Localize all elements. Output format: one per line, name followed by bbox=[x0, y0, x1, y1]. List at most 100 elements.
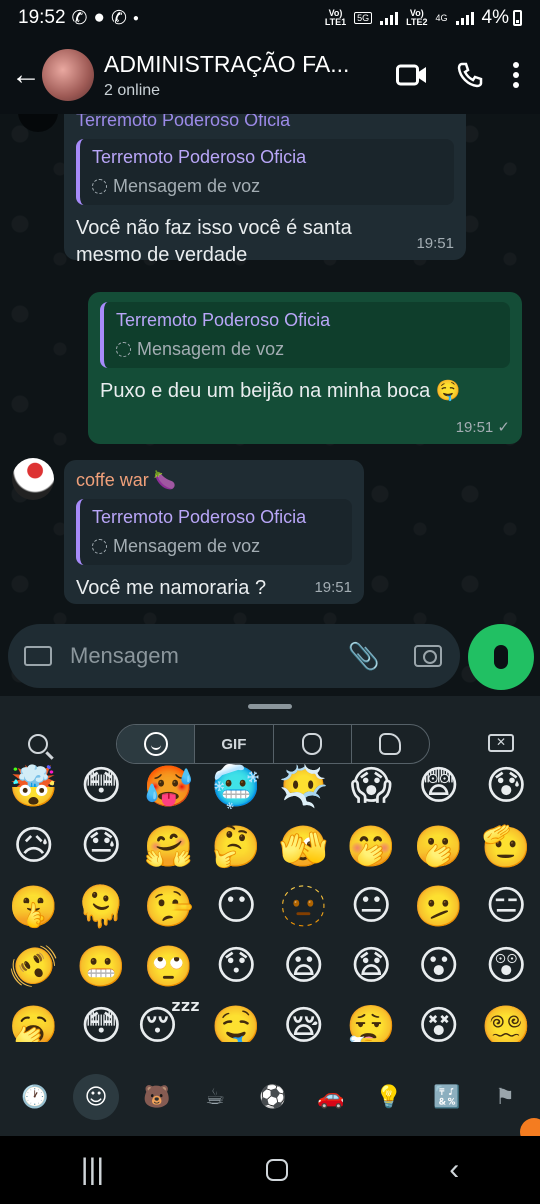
quoted-message[interactable]: Terremoto Poderoso Oficia Mensagem de vo… bbox=[100, 302, 510, 368]
chat-notification-icon: ● bbox=[93, 7, 105, 28]
home-icon[interactable] bbox=[265, 1159, 288, 1181]
battery: 4% bbox=[482, 7, 522, 29]
emoji-key[interactable]: 🫣 bbox=[270, 816, 338, 876]
quoted-text: Mensagem de voz bbox=[113, 536, 261, 556]
system-nav-bar: ||| ‹ bbox=[0, 1136, 540, 1204]
message-time: 19:51 ✓ bbox=[455, 419, 510, 436]
search-icon[interactable] bbox=[28, 734, 48, 754]
phone-call-icon[interactable] bbox=[456, 61, 484, 89]
back-nav-icon[interactable]: ‹ bbox=[449, 1153, 459, 1187]
emoji-key[interactable]: 😶 bbox=[203, 876, 271, 936]
message-sender: coffe war 🍆 bbox=[76, 470, 177, 490]
chat-header: ← ADMINISTRAÇÃO FA... 2 online bbox=[0, 36, 540, 114]
emoji-key[interactable]: 😐 bbox=[338, 876, 406, 936]
emoji-key[interactable]: 🤗 bbox=[135, 816, 203, 876]
voice-message-icon bbox=[116, 342, 131, 357]
emoji-key[interactable]: 😲 bbox=[473, 936, 540, 996]
emoji-key[interactable]: 🫢 bbox=[405, 816, 473, 876]
category-recent-icon[interactable]: 🕐 bbox=[15, 1077, 55, 1117]
sender-avatar[interactable] bbox=[12, 458, 54, 500]
chat-subtitle: 2 online bbox=[104, 81, 161, 99]
emoji-key[interactable]: 🥵 bbox=[135, 756, 203, 816]
sender-avatar[interactable] bbox=[18, 114, 58, 132]
category-flags-icon[interactable]: ⚑ bbox=[485, 1077, 525, 1117]
message-placeholder[interactable]: Mensagem bbox=[70, 643, 348, 669]
emoji-key[interactable]: 😬 bbox=[68, 936, 136, 996]
quoted-message[interactable]: Terremoto Poderoso Oficia Mensagem de vo… bbox=[76, 139, 454, 205]
panel-drag-handle[interactable] bbox=[248, 704, 292, 709]
emoji-key[interactable]: 😵 bbox=[405, 996, 473, 1042]
emoji-key[interactable]: 😯 bbox=[203, 936, 271, 996]
emoji-key[interactable]: 😥 bbox=[0, 816, 68, 876]
emoji-key[interactable]: 😮 bbox=[405, 936, 473, 996]
message-sender: Terremoto Poderoso Oficia bbox=[76, 114, 291, 130]
quoted-sender: Terremoto Poderoso Oficia bbox=[92, 507, 307, 527]
category-symbols-icon[interactable]: 🔣 bbox=[427, 1077, 467, 1117]
chat-info[interactable]: ADMINISTRAÇÃO FA... 2 online bbox=[104, 51, 354, 100]
emoji-key[interactable]: 🥶 bbox=[203, 756, 271, 816]
message-time: 19:51 bbox=[416, 235, 454, 252]
category-objects-icon[interactable]: 💡 bbox=[369, 1077, 409, 1117]
emoji-key[interactable]: 🙄 bbox=[135, 936, 203, 996]
category-travel-icon[interactable]: 🚗 bbox=[311, 1077, 351, 1117]
emoji-key[interactable]: 🫠 bbox=[68, 876, 136, 936]
more-options-icon[interactable] bbox=[512, 61, 520, 89]
group-avatar[interactable] bbox=[42, 49, 94, 101]
emoji-key[interactable]: 😵‍💫 bbox=[473, 996, 540, 1043]
emoji-key[interactable]: 🤔 bbox=[203, 816, 271, 876]
emoji-key[interactable]: 😳 bbox=[68, 996, 136, 1042]
message-time: 19:51 bbox=[314, 579, 352, 596]
emoji-key[interactable]: 🤤 bbox=[203, 996, 271, 1043]
attach-icon[interactable]: 📎 bbox=[348, 641, 380, 672]
emoji-key[interactable]: 😨 bbox=[405, 756, 473, 816]
quoted-sender: Terremoto Poderoso Oficia bbox=[116, 310, 331, 330]
category-food-icon[interactable]: ☕ bbox=[195, 1077, 235, 1117]
emoji-key[interactable]: 😑 bbox=[473, 876, 540, 936]
emoji-key[interactable]: 🤥 bbox=[135, 876, 203, 936]
keyboard-icon[interactable] bbox=[24, 646, 52, 666]
emoji-key[interactable]: 🫤 bbox=[405, 876, 473, 936]
emoji-key[interactable]: 😴 bbox=[135, 996, 203, 1042]
gif-label: GIF bbox=[221, 735, 247, 753]
emoji-key[interactable]: 🫡 bbox=[473, 816, 540, 876]
dot-icon: ● bbox=[132, 12, 139, 24]
emoji-key[interactable]: 🫨 bbox=[0, 936, 68, 996]
compose-bar: Mensagem 📎 bbox=[0, 622, 540, 696]
category-smileys-icon[interactable]: ☺ bbox=[73, 1074, 119, 1120]
message-bubble[interactable]: Terremoto Poderoso Oficia Mensagem de vo… bbox=[88, 292, 522, 444]
emoji-key[interactable]: 😦 bbox=[270, 936, 338, 996]
emoji-key[interactable]: 😳 bbox=[68, 756, 136, 816]
emoji-key[interactable]: 😓 bbox=[68, 816, 136, 876]
category-animals-icon[interactable]: 🐻 bbox=[137, 1077, 177, 1117]
recent-apps-icon[interactable]: ||| bbox=[81, 1153, 104, 1187]
emoji-key[interactable]: 😮‍💨 bbox=[338, 996, 406, 1043]
quoted-message[interactable]: Terremoto Poderoso Oficia Mensagem de vo… bbox=[76, 499, 352, 565]
emoji-key[interactable]: 😧 bbox=[338, 936, 406, 996]
video-call-icon[interactable] bbox=[396, 63, 428, 87]
message-text: Puxo e deu um beijão na minha boca 🤤 bbox=[100, 380, 461, 402]
emoji-key[interactable]: 🫥 bbox=[270, 876, 338, 936]
voice-message-icon bbox=[92, 539, 107, 554]
emoji-key[interactable]: 🤯 bbox=[0, 756, 68, 816]
emoji-key[interactable]: 🥱 bbox=[0, 996, 68, 1043]
emoji-grid: 🤯 😳 🥵 🥶 😶‍🌫️ 😱 😨 😰 😥 😓 🤗 🤔 🫣 🤭 🫢 🫡 🤫 🫠 🤥 😶 🫥 😐 🫤 😑 🫨 😬 🙄 😯 😦 😧 😮 😲 🥱 😳 😴 🤤 😪… bbox=[0, 756, 540, 1042]
quoted-sender: Terremoto Poderoso Oficia bbox=[92, 147, 307, 167]
chat-area[interactable]: Terremoto Poderoso Oficia Terremoto Pode… bbox=[0, 114, 540, 696]
emoji-key[interactable]: 🤫 bbox=[0, 876, 68, 936]
message-bubble[interactable]: Terremoto Poderoso Oficia Terremoto Pode… bbox=[64, 114, 466, 266]
signal1-icon bbox=[380, 11, 399, 25]
emoji-category-bar: 🕐 ☺ 🐻 ☕ ⚽ 🚗 💡 🔣 ⚑ bbox=[0, 1072, 540, 1122]
category-activity-icon[interactable]: ⚽ bbox=[253, 1077, 293, 1117]
emoji-key[interactable]: 😰 bbox=[473, 756, 540, 816]
message-input[interactable]: Mensagem 📎 bbox=[8, 624, 460, 688]
emoji-key[interactable]: 🤭 bbox=[338, 816, 406, 876]
emoji-key[interactable]: 😶‍🌫️ bbox=[270, 756, 338, 816]
emoji-key[interactable]: 😱 bbox=[338, 756, 406, 816]
backspace-icon[interactable]: ✕ bbox=[488, 734, 514, 752]
emoji-key[interactable]: 😪 bbox=[270, 996, 338, 1042]
message-bubble[interactable]: coffe war 🍆 Terremoto Poderoso Oficia Me… bbox=[64, 460, 364, 604]
camera-icon[interactable] bbox=[414, 645, 442, 667]
back-arrow-icon[interactable]: ← bbox=[6, 58, 46, 92]
voice-record-button[interactable] bbox=[468, 624, 534, 690]
status-time: 19:52 bbox=[18, 7, 66, 28]
